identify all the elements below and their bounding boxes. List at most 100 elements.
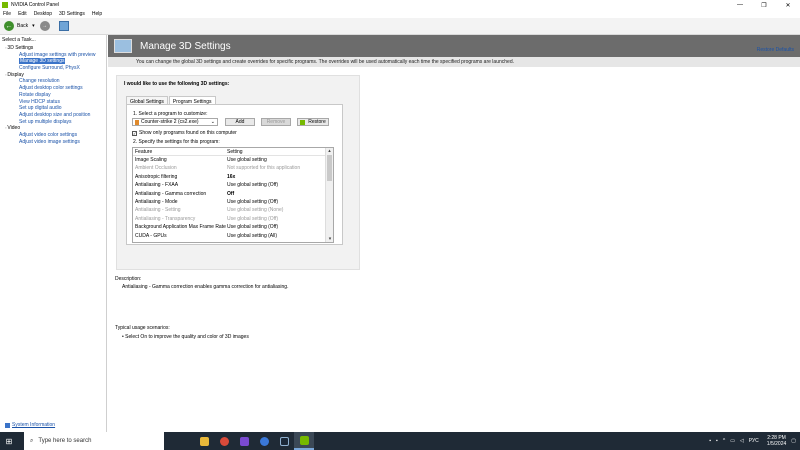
forward-icon[interactable]: →	[39, 21, 50, 31]
tree-item-hdcp-status[interactable]: View HDCP status	[0, 99, 106, 106]
specify-settings-label: 2. Specify the settings for this program…	[133, 139, 220, 145]
tray-expand-icon[interactable]: ^	[723, 438, 725, 444]
tree-category-display[interactable]: Display	[0, 72, 106, 79]
nvidia-taskbar-icon[interactable]	[294, 432, 314, 450]
table-scrollbar[interactable]: ▴ ▾	[325, 148, 333, 242]
tray-app-icon[interactable]: ▪	[716, 438, 718, 444]
steam-icon[interactable]	[274, 432, 294, 450]
app-icon-blue[interactable]	[254, 432, 274, 450]
tree-item-desktop-color[interactable]: Adjust desktop color settings	[0, 85, 106, 92]
menu-3d-settings[interactable]: 3D Settings	[59, 11, 85, 17]
3d-settings-icon	[114, 39, 132, 53]
taskbar-search[interactable]: ⌕ Type here to search	[24, 432, 164, 450]
info-icon	[5, 422, 10, 428]
task-heading: Select a Task...	[2, 37, 36, 43]
window-controls: — ❐ ✕	[728, 0, 800, 10]
minimize-button[interactable]: —	[728, 0, 752, 10]
program-select[interactable]: Counter-strike 2 (cs2.exe) ⌄	[132, 118, 218, 126]
table-row[interactable]: Anisotropic filtering 16x	[133, 173, 333, 181]
page-banner: Manage 3D Settings	[108, 35, 800, 57]
description-text: Antialiasing - Gamma correction enables …	[122, 284, 289, 290]
tree-category-3d-settings[interactable]: 3D Settings	[0, 45, 106, 52]
tray-nvidia-icon[interactable]: ▪	[709, 438, 711, 444]
menu-help[interactable]: Help	[92, 11, 102, 17]
home-icon[interactable]	[58, 21, 69, 31]
tree-item-adjust-image-settings[interactable]: Adjust image settings with preview	[0, 52, 106, 59]
restore-defaults-link[interactable]: Restore Defaults	[757, 47, 794, 53]
table-row[interactable]: Antialiasing - Setting Use global setting…	[133, 206, 333, 214]
tree-item-digital-audio[interactable]: Set up digital audio	[0, 105, 106, 112]
select-program-label: 1. Select a program to customize:	[133, 111, 208, 117]
scroll-thumb[interactable]	[327, 155, 332, 181]
table-row[interactable]: Image Scaling Use global setting	[133, 156, 333, 164]
tree-item-multiple-displays[interactable]: Set up multiple displays	[0, 119, 106, 126]
tree-item-configure-surround[interactable]: Configure Surround, PhysX	[0, 65, 106, 72]
menu-desktop[interactable]: Desktop	[34, 11, 52, 17]
chrome-icon[interactable]	[214, 432, 234, 450]
clock-date: 1/5/2024	[766, 441, 787, 447]
back-button[interactable]: ← Back	[4, 21, 28, 31]
task-tree: 3D Settings Adjust image settings with p…	[0, 45, 106, 145]
back-arrow-icon: ←	[4, 21, 14, 31]
settings-table: Feature Setting Image Scaling Use global …	[132, 147, 334, 243]
table-row[interactable]: Antialiasing - Gamma correction Off	[133, 190, 333, 198]
menu-bar: File Edit Desktop 3D Settings Help	[0, 10, 800, 18]
scroll-up-icon[interactable]: ▴	[326, 148, 333, 154]
tree-item-change-resolution[interactable]: Change resolution	[0, 78, 106, 85]
taskbar-apps	[194, 432, 314, 450]
table-row[interactable]: Antialiasing - Mode Use global setting (O…	[133, 198, 333, 206]
show-only-programs-checkbox[interactable]: ✓	[132, 130, 137, 136]
tree-item-video-color[interactable]: Adjust video color settings	[0, 132, 106, 139]
table-row[interactable]: Antialiasing - FXAA Use global setting (O…	[133, 181, 333, 189]
remove-button[interactable]: Remove	[261, 118, 291, 126]
tree-item-manage-3d-settings[interactable]: Manage 3D settings	[0, 58, 106, 65]
nvidia-logo-icon	[2, 2, 8, 8]
windows-start-icon[interactable]: ⊞	[0, 432, 18, 450]
app-icon-purple[interactable]	[234, 432, 254, 450]
settings-panel: I would like to use the following 3D set…	[116, 75, 360, 270]
tree-item-desktop-size[interactable]: Adjust desktop size and position	[0, 112, 106, 119]
show-only-programs-option[interactable]: ✓ Show only programs found on this compu…	[132, 130, 237, 136]
menu-edit[interactable]: Edit	[18, 11, 27, 17]
column-setting: Setting	[227, 149, 243, 155]
tree-category-video[interactable]: Video	[0, 125, 106, 132]
nvidia-restore-icon	[300, 119, 306, 125]
show-only-programs-label: Show only programs found on this compute…	[139, 130, 237, 136]
clock[interactable]: 2:28 PM 1/5/2024	[767, 435, 786, 447]
tree-item-video-image[interactable]: Adjust video image settings	[0, 139, 106, 146]
network-icon[interactable]: ▭	[730, 438, 735, 444]
table-row[interactable]: Antialiasing - Transparency Use global se…	[133, 215, 333, 223]
task-sidebar: Select a Task... 3D Settings Adjust imag…	[0, 35, 107, 432]
system-information-label: System Information	[12, 422, 56, 428]
program-icon	[135, 119, 139, 125]
table-header: Feature Setting	[133, 148, 333, 156]
description-label: Description:	[115, 276, 142, 282]
volume-icon[interactable]: ◁	[740, 438, 744, 444]
system-information-link[interactable]: System Information	[5, 422, 55, 428]
table-row[interactable]: CUDA - GPUs Use global setting (All)	[133, 232, 333, 240]
program-settings-body: 1. Select a program to customize: Counte…	[126, 104, 343, 245]
selected-program: Counter-strike 2 (cs2.exe)	[141, 119, 199, 125]
taskbar: ⊞ ⌕ Type here to search ▪ ▪ ^ ▭ ◁ РУС 2:…	[0, 432, 800, 450]
history-dropdown[interactable]: ▾	[32, 23, 35, 29]
table-row[interactable]: Ambient Occlusion Not supported for this …	[133, 164, 333, 172]
system-tray: ▪ ▪ ^ ▭ ◁ РУС 2:28 PM 1/5/2024 ▢	[704, 432, 796, 450]
add-button[interactable]: Add	[225, 118, 255, 126]
menu-file[interactable]: File	[3, 11, 11, 17]
notification-icon[interactable]: ▢	[791, 438, 796, 444]
window-title: NVIDIA Control Panel	[11, 2, 60, 8]
close-button[interactable]: ✕	[776, 0, 800, 10]
restore-button[interactable]: Restore	[297, 118, 329, 126]
search-icon: ⌕	[30, 437, 34, 444]
title-bar: NVIDIA Control Panel — ❐ ✕	[0, 0, 800, 10]
page-title: Manage 3D Settings	[140, 40, 231, 52]
scroll-down-icon[interactable]: ▾	[326, 236, 333, 242]
table-row[interactable]: Background Application Max Frame Rate Use…	[133, 223, 333, 231]
language-indicator[interactable]: РУС	[749, 438, 759, 444]
file-explorer-icon[interactable]	[194, 432, 214, 450]
panel-heading: I would like to use the following 3D set…	[124, 81, 230, 87]
usage-text: • Select On to improve the quality and c…	[122, 334, 249, 340]
maximize-button[interactable]: ❐	[752, 0, 776, 10]
intro-text: You can change the global 3D settings an…	[136, 59, 514, 65]
tree-item-rotate-display[interactable]: Rotate display	[0, 92, 106, 99]
